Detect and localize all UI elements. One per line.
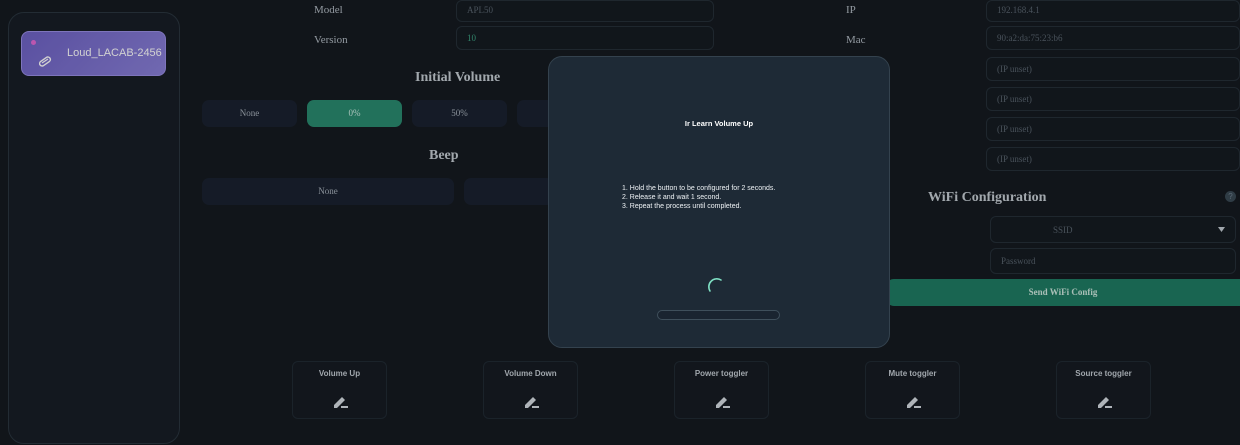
instruction-step: 2. Release it and wait 1 second.: [622, 194, 722, 201]
loading-spinner-icon: [708, 278, 722, 292]
instruction-step: 1. Hold the button to be configured for …: [622, 185, 776, 192]
progress-bar: [657, 310, 780, 320]
ir-learn-modal: Ir Learn Volume Up 1. Hold the button to…: [548, 56, 890, 348]
modal-title: Ir Learn Volume Up: [684, 119, 754, 128]
modal-instructions: 1. Hold the button to be configured for …: [622, 184, 775, 211]
instruction-step: 3. Repeat the process until completed.: [622, 203, 742, 210]
